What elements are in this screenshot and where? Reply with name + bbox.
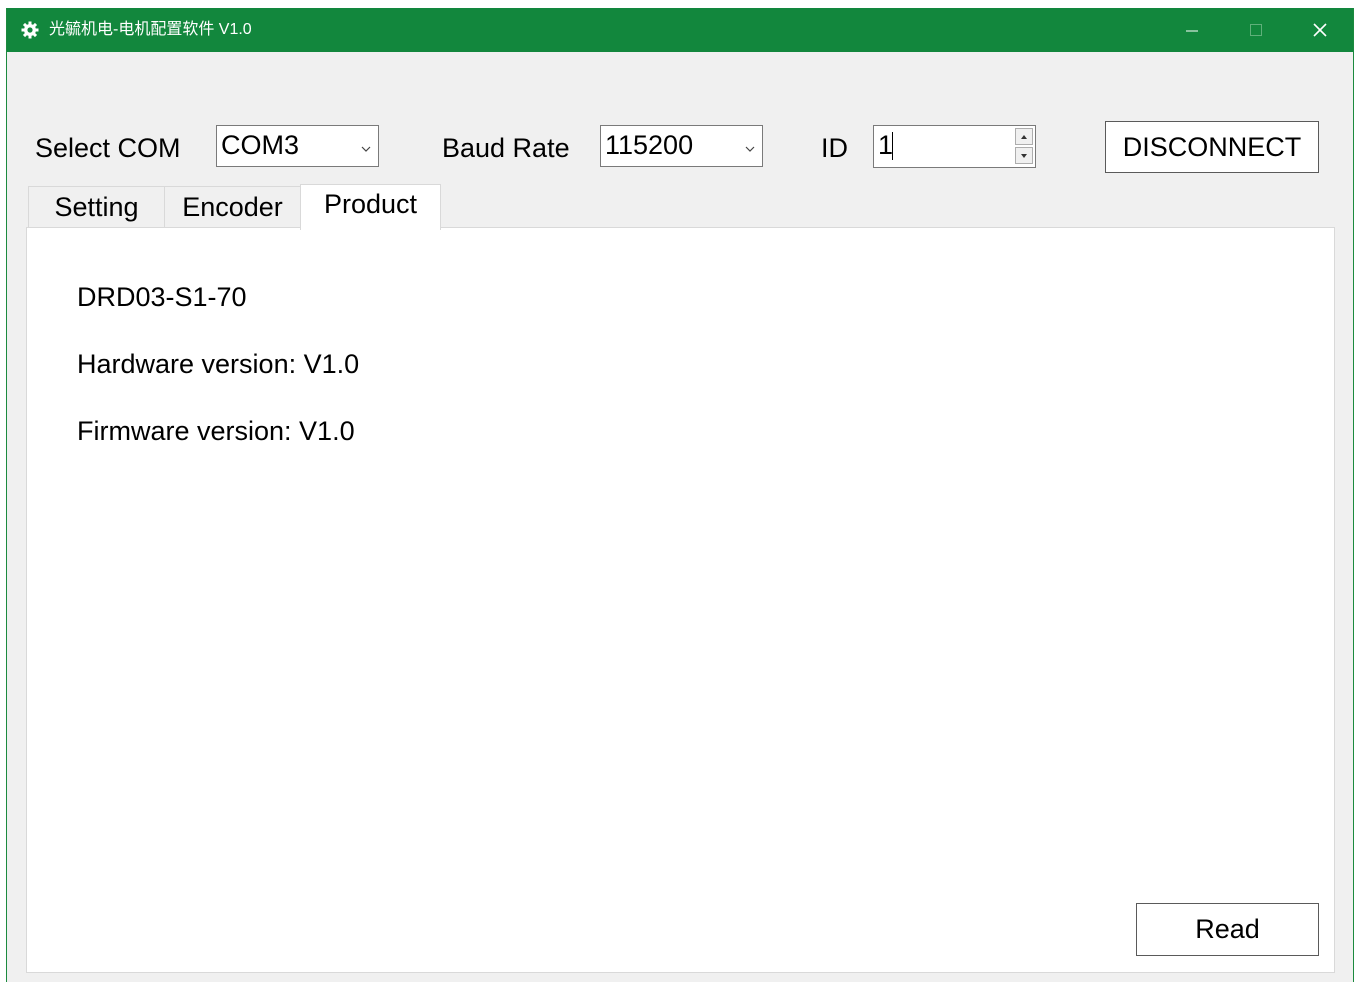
baud-select[interactable]: 115200 bbox=[600, 125, 763, 167]
decrement-button[interactable] bbox=[1015, 147, 1033, 164]
maximize-icon bbox=[1250, 24, 1262, 36]
tab-setting[interactable]: Setting bbox=[28, 186, 165, 228]
hardware-version: Hardware version: V1.0 bbox=[77, 349, 360, 379]
minimize-icon bbox=[1186, 30, 1198, 32]
minimize-button[interactable] bbox=[1169, 8, 1215, 52]
main-window: 光毓机电-电机配置软件 V1.0 Select COM COM3 Baud Ra… bbox=[6, 8, 1354, 982]
product-model: DRD03-S1-70 bbox=[77, 282, 247, 312]
close-icon bbox=[1313, 23, 1327, 37]
chevron-down-icon bbox=[744, 141, 756, 152]
gear-icon bbox=[21, 21, 39, 39]
product-panel: DRD03-S1-70 Hardware version: V1.0 Firmw… bbox=[26, 227, 1335, 973]
text-caret bbox=[892, 132, 893, 160]
maximize-button[interactable] bbox=[1233, 8, 1279, 52]
arrow-down-icon bbox=[1021, 153, 1027, 158]
window-title: 光毓机电-电机配置软件 V1.0 bbox=[49, 21, 252, 38]
read-button[interactable]: Read bbox=[1136, 903, 1319, 956]
com-select-value: COM3 bbox=[221, 130, 300, 160]
arrow-up-icon bbox=[1021, 134, 1027, 139]
chevron-down-icon bbox=[360, 141, 372, 152]
tab-product[interactable]: Product bbox=[300, 184, 441, 230]
baud-select-value: 115200 bbox=[605, 130, 694, 160]
disconnect-button[interactable]: DISCONNECT bbox=[1105, 121, 1319, 173]
firmware-version: Firmware version: V1.0 bbox=[77, 416, 355, 446]
close-button[interactable] bbox=[1297, 8, 1343, 52]
baud-label: Baud Rate bbox=[442, 133, 570, 163]
com-select[interactable]: COM3 bbox=[216, 125, 379, 167]
increment-button[interactable] bbox=[1015, 128, 1033, 145]
id-stepper[interactable]: 1 bbox=[873, 125, 1036, 168]
com-label: Select COM bbox=[35, 133, 181, 163]
id-label: ID bbox=[821, 133, 848, 163]
title-bar[interactable]: 光毓机电-电机配置软件 V1.0 bbox=[7, 8, 1353, 52]
tab-encoder[interactable]: Encoder bbox=[164, 186, 301, 228]
id-stepper-value: 1 bbox=[878, 130, 894, 160]
